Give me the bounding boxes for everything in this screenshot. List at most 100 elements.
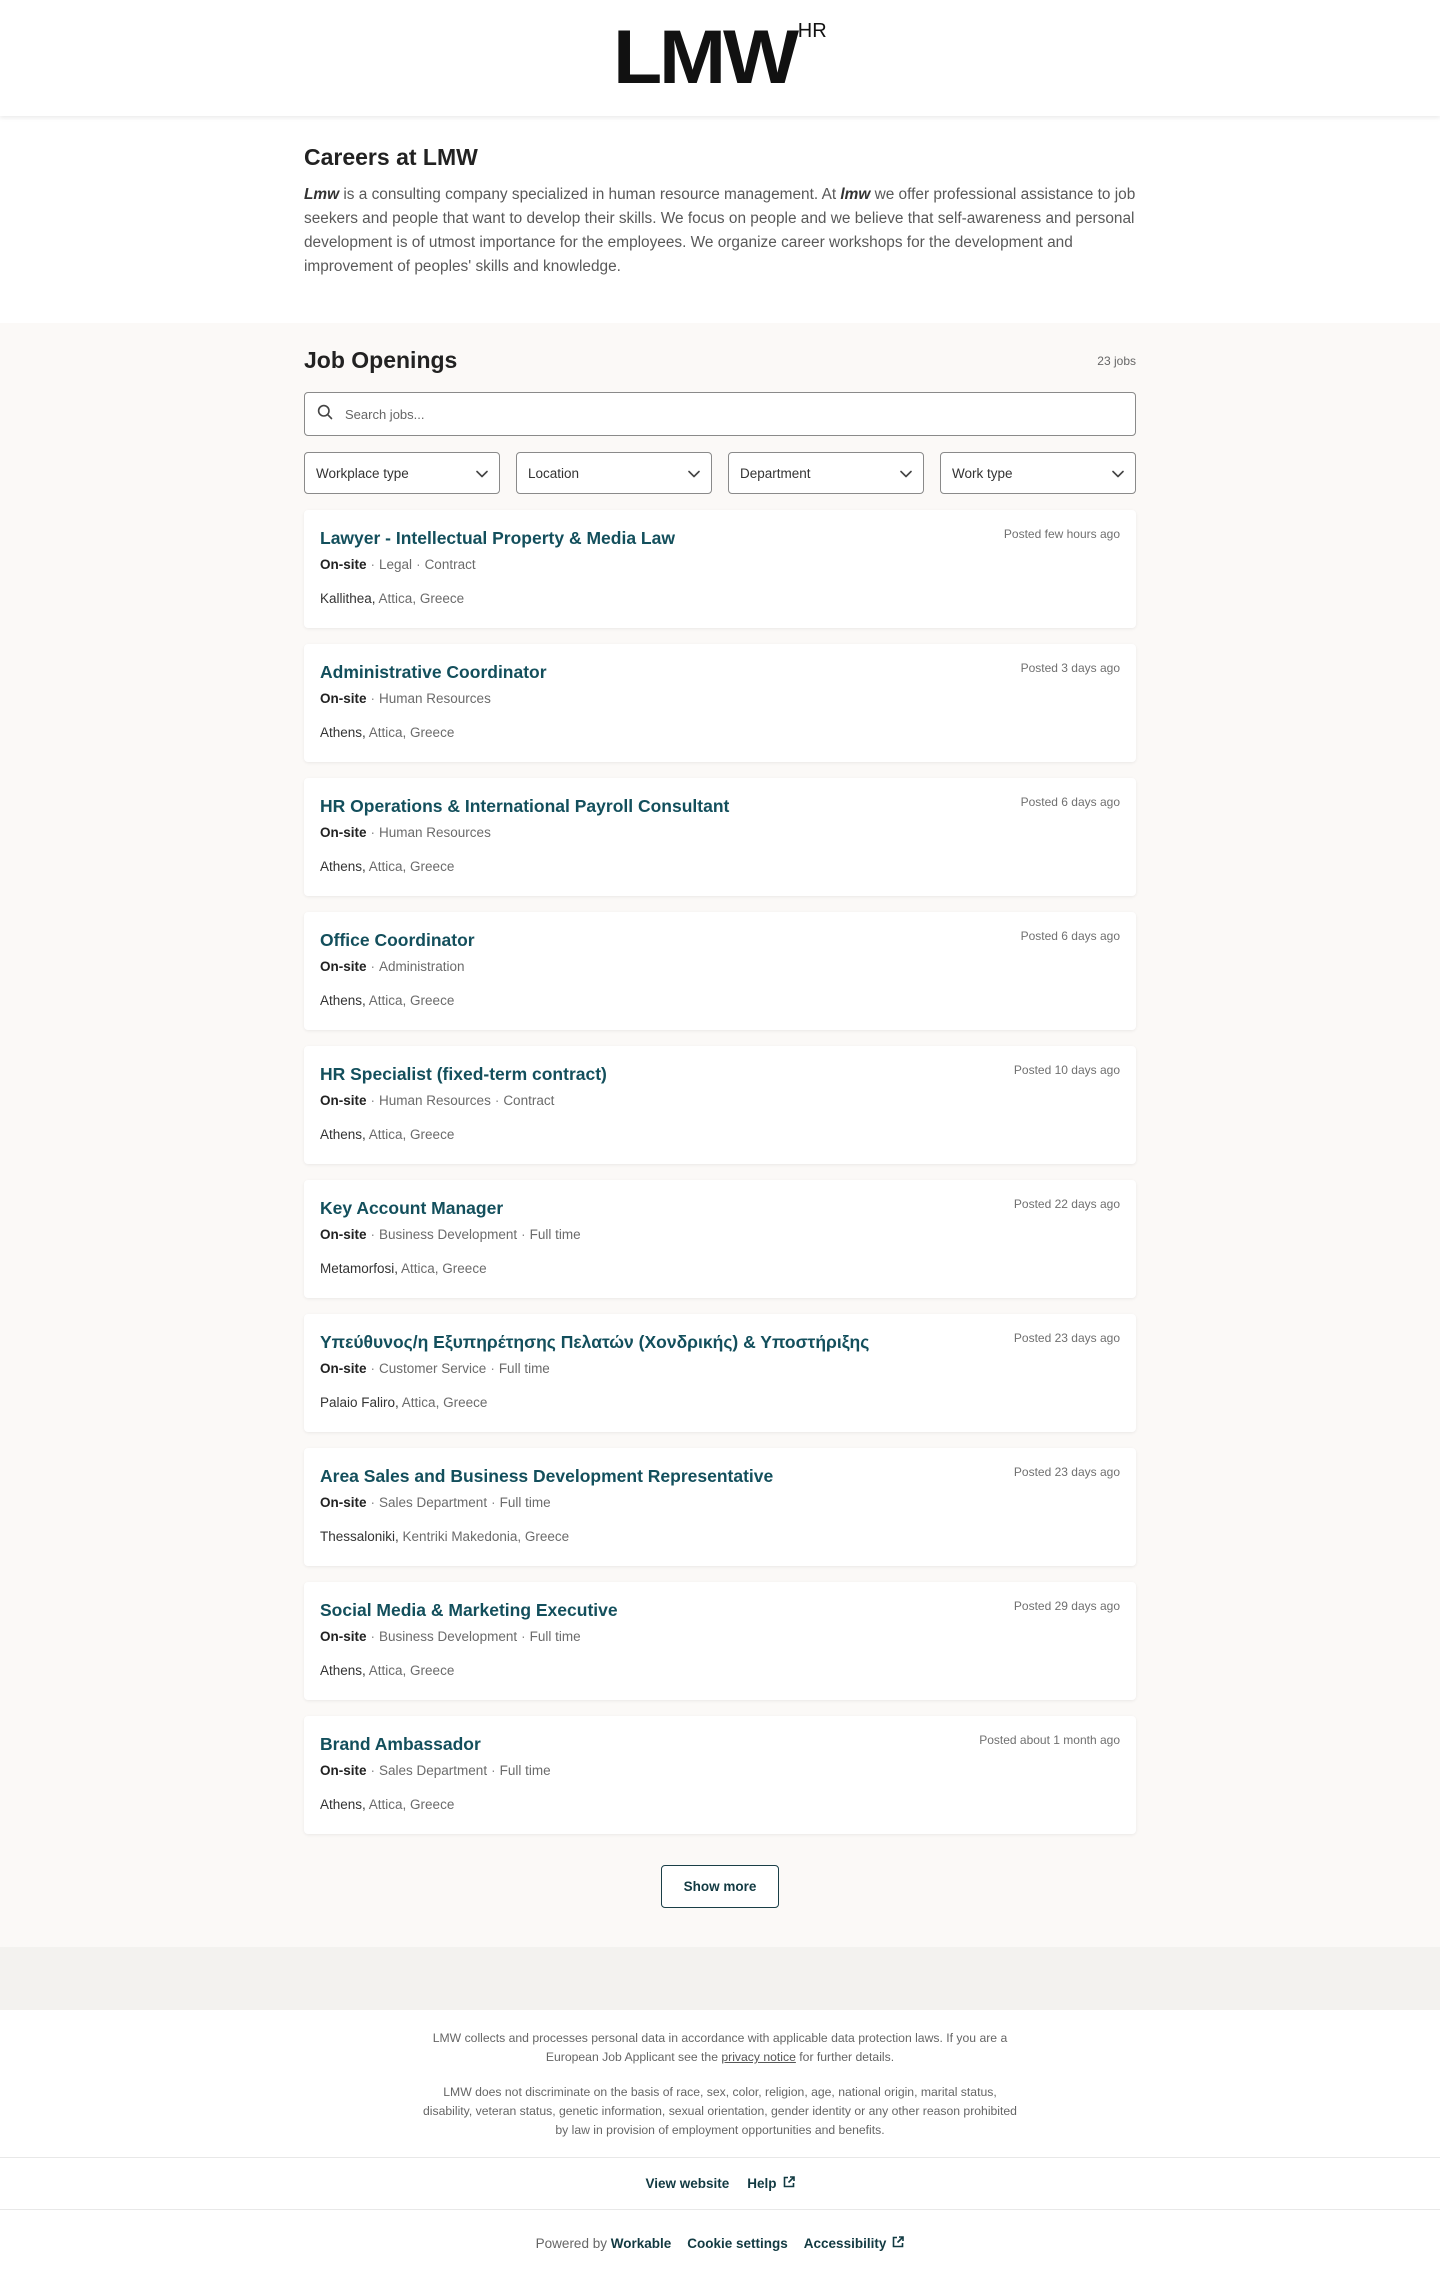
job-tag: Business Development <box>379 1227 518 1242</box>
job-tag: Legal <box>379 557 413 572</box>
filter-workplace-type[interactable]: Workplace type <box>304 452 500 494</box>
cookie-settings-label: Cookie settings <box>687 2236 788 2251</box>
job-title-link[interactable]: Area Sales and Business Development Repr… <box>320 1466 1120 1487</box>
external-link-icon <box>892 2236 905 2251</box>
job-title-link[interactable]: Social Media & Marketing Executive <box>320 1600 1120 1621</box>
job-city: Athens, <box>320 1127 366 1142</box>
job-title-link[interactable]: Office Coordinator <box>320 930 1120 951</box>
meta-separator: · <box>491 1495 496 1510</box>
view-website-link[interactable]: View website <box>645 2176 729 2191</box>
job-card[interactable]: HR Operations & International Payroll Co… <box>304 778 1136 896</box>
workplace-type: On-site <box>320 1361 367 1376</box>
job-title-link[interactable]: Key Account Manager <box>320 1198 1120 1219</box>
meta-separator: · <box>370 1495 376 1510</box>
job-region: Attica, Greece <box>398 1395 488 1410</box>
filter-department[interactable]: Department <box>728 452 924 494</box>
workplace-type: On-site <box>320 1629 367 1644</box>
job-meta: On-site · Human Resources <box>320 691 1120 706</box>
job-meta: On-site · Human Resources <box>320 825 1120 840</box>
logo-wordmark: LMW <box>613 15 799 100</box>
job-posted-date: Posted 3 days ago <box>1020 661 1120 675</box>
search-box[interactable] <box>304 392 1136 436</box>
job-meta: On-site · Customer Service · Full time <box>320 1361 1120 1376</box>
meta-separator: · <box>370 1093 376 1108</box>
job-meta: On-site · Human Resources · Contract <box>320 1093 1120 1108</box>
job-location: Palaio Faliro, Attica, Greece <box>320 1395 1120 1410</box>
job-meta: On-site · Business Development · Full time <box>320 1629 1120 1644</box>
job-title-link[interactable]: HR Specialist (fixed-term contract) <box>320 1064 1120 1085</box>
job-location: Athens, Attica, Greece <box>320 859 1120 874</box>
job-region: Attica, Greece <box>365 859 455 874</box>
help-label: Help <box>747 2176 777 2191</box>
job-card[interactable]: Office Coordinator Posted 6 days ago On-si… <box>304 912 1136 1030</box>
footer-notes: LMW collects and processes personal data… <box>0 2010 1440 2157</box>
job-city: Athens, <box>320 1797 366 1812</box>
job-title-link[interactable]: HR Operations & International Payroll Co… <box>320 796 1120 817</box>
show-more-button[interactable]: Show more <box>661 1865 779 1908</box>
job-tag: Human Resources <box>379 1093 491 1108</box>
show-more-wrap: Show more <box>304 1850 1136 1943</box>
job-meta: On-site · Sales Department · Full time <box>320 1495 1120 1510</box>
job-posted-date: Posted about 1 month ago <box>979 1733 1120 1747</box>
workable-brand-link[interactable]: Workable <box>611 2236 672 2251</box>
job-tag: Full time <box>529 1629 581 1644</box>
help-link[interactable]: Help <box>747 2176 795 2191</box>
job-count: 23 jobs <box>1097 353 1136 368</box>
job-title-link[interactable]: Administrative Coordinator <box>320 662 1120 683</box>
job-posted-date: Posted 6 days ago <box>1020 795 1120 809</box>
meta-separator: · <box>370 959 376 974</box>
job-location: Metamorfosi, Attica, Greece <box>320 1261 1120 1276</box>
job-posted-date: Posted 22 days ago <box>1013 1197 1120 1211</box>
job-region: Attica, Greece <box>365 1797 455 1812</box>
job-title-link[interactable]: Lawyer - Intellectual Property & Media L… <box>320 528 1120 549</box>
company-logo[interactable]: LMW HR <box>613 20 826 96</box>
job-posted-date: Posted 23 days ago <box>1013 1331 1120 1345</box>
search-input[interactable] <box>345 406 1123 422</box>
workplace-type: On-site <box>320 1763 367 1778</box>
job-region: Kentriki Makedonia, Greece <box>398 1529 570 1544</box>
accessibility-link[interactable]: Accessibility <box>804 2236 905 2251</box>
chevron-down-icon <box>688 466 700 481</box>
job-card[interactable]: Brand Ambassador Posted about 1 month ago… <box>304 1716 1136 1834</box>
company-description: Lmw is a consulting company specialized … <box>304 183 1136 279</box>
job-tag: Human Resources <box>379 825 491 840</box>
job-city: Metamorfosi, <box>320 1261 399 1276</box>
job-card[interactable]: Υπεύθυνος/η Εξυπηρέτησης Πελατών (Χονδρι… <box>304 1314 1136 1432</box>
job-tag: Full time <box>498 1361 550 1376</box>
workplace-type: On-site <box>320 825 367 840</box>
workplace-type: On-site <box>320 691 367 706</box>
description-text: is a consulting company specialized in h… <box>339 186 841 203</box>
filter-work-type[interactable]: Work type <box>940 452 1136 494</box>
job-card[interactable]: Administrative Coordinator Posted 3 days … <box>304 644 1136 762</box>
filter-label: Work type <box>952 465 1013 481</box>
brand-name: lmw <box>840 186 871 203</box>
view-website-label: View website <box>645 2176 730 2191</box>
meta-separator: · <box>494 1093 500 1108</box>
job-card[interactable]: Area Sales and Business Development Repr… <box>304 1448 1136 1566</box>
job-card[interactable]: Lawyer - Intellectual Property & Media L… <box>304 510 1136 628</box>
job-location: Athens, Attica, Greece <box>320 725 1120 740</box>
privacy-statement: LMW collects and processes personal data… <box>420 2029 1020 2067</box>
job-title-link[interactable]: Υπεύθυνος/η Εξυπηρέτησης Πελατών (Χονδρι… <box>320 1332 1120 1353</box>
job-location: Athens, Attica, Greece <box>320 1127 1120 1142</box>
job-card[interactable]: HR Specialist (fixed-term contract) Poste… <box>304 1046 1136 1164</box>
privacy-notice-link[interactable]: privacy notice <box>721 2050 796 2064</box>
job-region: Attica, Greece <box>365 725 455 740</box>
meta-separator: · <box>370 691 376 706</box>
filter-location[interactable]: Location <box>516 452 712 494</box>
meta-separator: · <box>521 1629 526 1644</box>
external-link-icon <box>783 2176 795 2191</box>
job-posted-date: Posted 23 days ago <box>1013 1465 1120 1479</box>
chevron-down-icon <box>476 466 488 481</box>
meta-separator: · <box>370 557 376 572</box>
job-meta: On-site · Administration <box>320 959 1120 974</box>
meta-separator: · <box>370 1763 376 1778</box>
job-location: Athens, Attica, Greece <box>320 1797 1120 1812</box>
cookie-settings-link[interactable]: Cookie settings <box>687 2236 788 2251</box>
job-card[interactable]: Key Account Manager Posted 22 days ago On-… <box>304 1180 1136 1298</box>
job-card[interactable]: Social Media & Marketing Executive Posted… <box>304 1582 1136 1700</box>
filter-label: Workplace type <box>316 465 409 481</box>
job-city: Athens, <box>320 1663 366 1678</box>
job-meta: On-site · Sales Department · Full time <box>320 1763 1120 1778</box>
powered-by: Powered by Workable <box>536 2236 672 2251</box>
